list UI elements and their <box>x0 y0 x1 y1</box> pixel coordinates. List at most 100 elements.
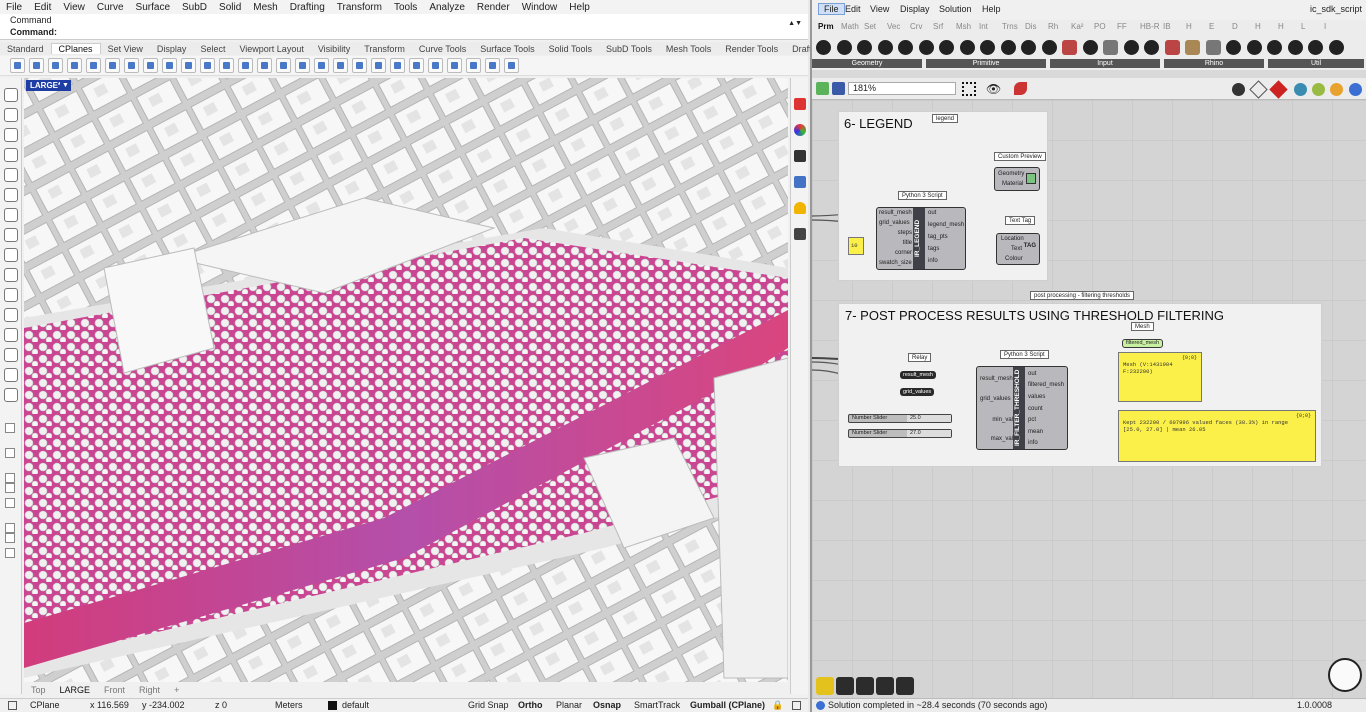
preview-mode-icon[interactable] <box>1232 83 1245 96</box>
filter-output-out[interactable]: out <box>1028 371 1036 377</box>
filter-output-mean[interactable]: mean <box>1028 429 1043 435</box>
gh-tab-ff-13[interactable]: FF <box>1117 22 1127 31</box>
cplane-tool-8-icon[interactable] <box>143 58 158 73</box>
left-tool-12-icon[interactable] <box>4 308 18 322</box>
bottom-tool-1-icon[interactable] <box>816 677 834 695</box>
globe-icon[interactable] <box>1349 83 1362 96</box>
cplane-tool-19-icon[interactable] <box>352 58 367 73</box>
left-tool-13-icon[interactable] <box>4 328 18 342</box>
toolbar-tab-viewport-layout[interactable]: Viewport Layout <box>232 44 310 54</box>
gh-component-6-icon[interactable] <box>918 40 934 55</box>
left-tool-14-icon[interactable] <box>4 348 18 362</box>
bottom-tool-5-icon[interactable] <box>896 677 914 695</box>
layer-color-swatch[interactable] <box>328 701 337 710</box>
document-preview-icon[interactable] <box>1312 83 1325 96</box>
toggle-smarttrack[interactable]: SmartTrack <box>634 700 680 710</box>
menu-file[interactable]: File <box>0 2 28 13</box>
legend-output-legend-mesh[interactable]: legend_mesh <box>928 222 964 228</box>
text-tag-text[interactable]: Text <box>1011 246 1022 252</box>
gh-tab-math-1[interactable]: Math <box>841 22 859 31</box>
zoom-extents-icon[interactable] <box>962 82 976 96</box>
viewport-tab-large[interactable]: LARGE <box>53 685 98 695</box>
gh-tab-ka-11[interactable]: Ka² <box>1071 22 1083 31</box>
cplane-tool-12-icon[interactable] <box>219 58 234 73</box>
gh-component-22-icon[interactable] <box>1246 40 1262 55</box>
gh-category-geometry[interactable]: Geometry <box>812 59 922 68</box>
gh-category-util[interactable]: Util <box>1268 59 1364 68</box>
gh-component-17-icon[interactable] <box>1144 40 1159 55</box>
custom-preview-geometry[interactable]: Geometry <box>998 171 1024 177</box>
gh-component-20-icon[interactable] <box>1205 40 1221 55</box>
gh-component-5-icon[interactable] <box>898 40 913 55</box>
gh-tab-crv-4[interactable]: Crv <box>910 22 922 31</box>
legend-input-result-mesh[interactable]: result_mesh <box>879 210 912 216</box>
filter-output-info[interactable]: info <box>1028 440 1038 446</box>
gh-tab-msh-6[interactable]: Msh <box>956 22 971 31</box>
menu-analyze[interactable]: Analyze <box>423 2 471 13</box>
legend-input-steps[interactable]: steps <box>879 230 912 236</box>
filter-input-grid-values[interactable]: grid_values <box>980 396 1011 402</box>
gh-component-7-icon[interactable] <box>939 40 954 55</box>
selected-preview-icon[interactable] <box>1294 83 1307 96</box>
bottom-tool-3-icon[interactable] <box>856 677 874 695</box>
menu-help[interactable]: Help <box>563 2 596 13</box>
gh-component-12-icon[interactable] <box>1041 40 1057 55</box>
gh-tab-d-18[interactable]: D <box>1232 22 1238 31</box>
properties-icon[interactable] <box>794 98 806 110</box>
status-units[interactable]: Meters <box>275 700 303 710</box>
layers-icon[interactable] <box>794 124 806 136</box>
left-checkbox-7[interactable] <box>5 533 15 543</box>
command-scroll-icon[interactable]: ▲▼ <box>788 20 802 27</box>
gh-component-15-icon[interactable] <box>1103 40 1118 55</box>
toolbar-tab-standard[interactable]: Standard <box>0 44 51 54</box>
viewport-tab-add[interactable]: + <box>167 685 186 695</box>
left-tool-6-icon[interactable] <box>4 188 18 202</box>
filter-info-panel[interactable]: {0;0} Kept 232200 / 607996 valued faces … <box>1118 410 1316 462</box>
cplane-tool-3-icon[interactable] <box>48 58 63 73</box>
gh-component-23-icon[interactable] <box>1267 40 1282 55</box>
menu-subd[interactable]: SubD <box>176 2 213 13</box>
gh-component-2-icon[interactable] <box>836 40 852 55</box>
toggle-grid-snap[interactable]: Grid Snap <box>468 700 509 710</box>
cplane-tool-17-icon[interactable] <box>314 58 329 73</box>
render-preview-icon[interactable] <box>1330 83 1343 96</box>
bottom-tool-4-icon[interactable] <box>876 677 894 695</box>
preview-eye-icon[interactable]: 👁 <box>986 82 1001 96</box>
gh-component-11-icon[interactable] <box>1021 40 1036 55</box>
left-tool-11-icon[interactable] <box>4 288 18 302</box>
min-val-slider[interactable]: Number Slider 25.0 <box>848 414 952 423</box>
command-prompt[interactable]: Command: <box>10 27 57 37</box>
cplane-tool-9-icon[interactable] <box>162 58 177 73</box>
gh-component-14-icon[interactable] <box>1082 40 1098 55</box>
toolbar-tab-subd-tools[interactable]: SubD Tools <box>599 44 659 54</box>
custom-preview-component[interactable]: Geometry Material <box>994 167 1040 191</box>
left-checkbox-1[interactable] <box>5 423 15 433</box>
mesh-info-panel[interactable]: {0;0} Mesh (V:1431904 F:232200) <box>1118 352 1202 402</box>
camera-icon[interactable] <box>794 228 806 240</box>
toolbar-tab-cplanes[interactable]: CPlanes <box>50 43 101 54</box>
cplane-tool-20-icon[interactable] <box>371 58 386 73</box>
toggle-osnap[interactable]: Osnap <box>593 700 621 710</box>
toggle-gumball[interactable]: Gumball (CPlane) <box>690 700 765 710</box>
left-tool-1-icon[interactable] <box>4 88 18 102</box>
legend-output-tag-pts[interactable]: tag_pts <box>928 234 948 240</box>
cplane-tool-6-icon[interactable] <box>105 58 120 73</box>
menu-surface[interactable]: Surface <box>130 2 176 13</box>
filter-output-count[interactable]: count <box>1028 406 1043 412</box>
viewport-menu-chevron-icon[interactable]: ▼ <box>60 80 71 91</box>
cplane-tool-14-icon[interactable] <box>257 58 272 73</box>
toggle-planar[interactable]: Planar <box>556 700 582 710</box>
filter-output-filtered-mesh[interactable]: filtered_mesh <box>1028 382 1064 388</box>
gh-tab-h-16[interactable]: H <box>1186 22 1192 31</box>
cplane-tool-7-icon[interactable] <box>124 58 139 73</box>
left-tool-5-icon[interactable] <box>4 168 18 182</box>
left-tool-8-icon[interactable] <box>4 228 18 242</box>
toggle-ortho[interactable]: Ortho <box>518 700 543 710</box>
gh-tab-prm-0[interactable]: Prm <box>818 22 834 31</box>
toolbar-tab-set-view[interactable]: Set View <box>101 44 150 54</box>
gh-menu-help[interactable]: Help <box>982 4 1001 14</box>
cplane-tool-25-icon[interactable] <box>466 58 481 73</box>
gh-component-26-icon[interactable] <box>1328 40 1344 55</box>
cplane-tool-15-icon[interactable] <box>276 58 291 73</box>
toolbar-tab-select[interactable]: Select <box>193 44 232 54</box>
